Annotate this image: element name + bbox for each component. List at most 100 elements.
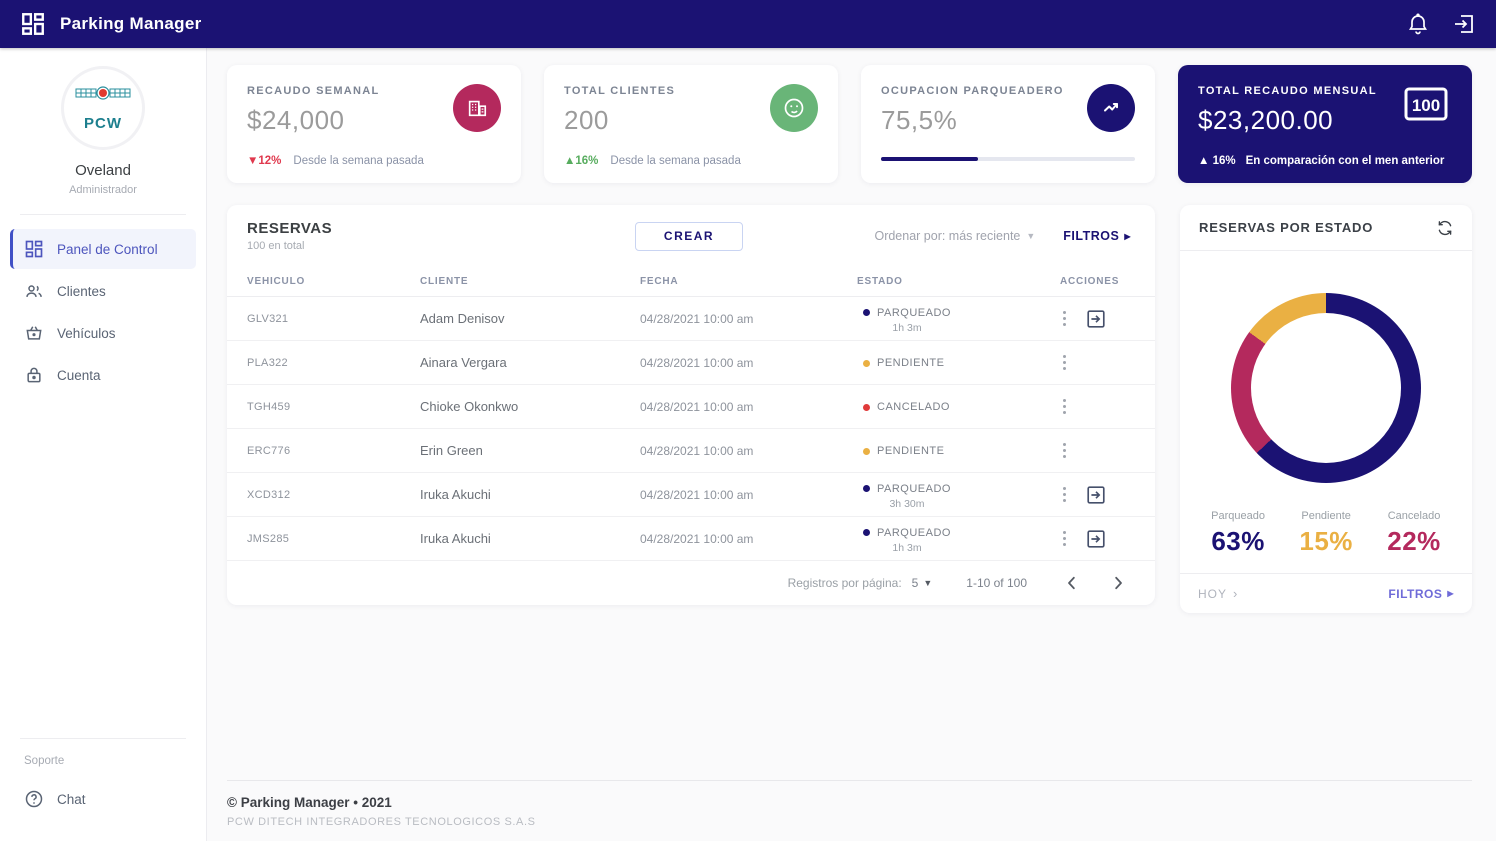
- svg-text:100: 100: [1412, 96, 1440, 115]
- status-badge: PARQUEADO 1h 3m: [863, 527, 951, 554]
- reservations-subtitle: 100 en total: [247, 240, 305, 252]
- divider: [20, 214, 186, 215]
- app-title: Parking Manager: [60, 14, 202, 33]
- chart-title: RESERVAS POR ESTADO: [1199, 220, 1374, 235]
- per-page-label: Registros por página:: [787, 576, 902, 590]
- topbar: Parking Manager: [0, 0, 1496, 48]
- logout-icon[interactable]: [1452, 12, 1476, 36]
- row-menu-kebab-icon[interactable]: [1060, 440, 1069, 461]
- page-footer: © Parking Manager • 2021 PCW DITECH INTE…: [227, 780, 1472, 828]
- user-name: Oveland: [75, 162, 131, 179]
- dashboard-icon: [24, 239, 44, 259]
- chevron-right-icon: ›: [1233, 586, 1239, 601]
- main-content: RECAUDO SEMANAL $24,000 ▼12% Desde la se…: [207, 48, 1496, 841]
- sidebar-item-panel-de-control[interactable]: Panel de Control: [10, 229, 196, 269]
- exit-button[interactable]: [1085, 308, 1107, 330]
- status-badge: PARQUEADO 1h 3m: [863, 307, 951, 334]
- table-row[interactable]: PLA322 Ainara Vergara 04/28/2021 10:00 a…: [227, 341, 1155, 385]
- help-icon: [24, 789, 44, 809]
- pcw-logo-text: PCW: [84, 115, 122, 132]
- status-badge: PARQUEADO 3h 30m: [863, 483, 951, 510]
- donut-hole: [1251, 313, 1401, 463]
- stat-note: ▲ 16% En comparación con el men anterior: [1198, 155, 1445, 167]
- reservations-header: RESERVAS 100 en total CREAR Ordenar por:…: [227, 205, 1155, 267]
- table-row[interactable]: XCD312 Iruka Akuchi 04/28/2021 10:00 am …: [227, 473, 1155, 517]
- stat-cards-row: RECAUDO SEMANAL $24,000 ▼12% Desde la se…: [227, 65, 1472, 183]
- row-menu-kebab-icon[interactable]: [1060, 308, 1069, 329]
- pcw-logo-icon: [75, 86, 131, 100]
- stat-card-recaudo-semanal: RECAUDO SEMANAL $24,000 ▼12% Desde la se…: [227, 65, 521, 183]
- status-dot: [863, 403, 870, 411]
- sidebar-item-label: Clientes: [57, 283, 106, 299]
- pagination-bar: Registros por página: 5 ▼ 1-10 of 100: [227, 561, 1155, 605]
- table-row[interactable]: GLV321 Adam Denisov 04/28/2021 10:00 am …: [227, 297, 1155, 341]
- table-row[interactable]: TGH459 Chioke Okonkwo 04/28/2021 10:00 a…: [227, 385, 1155, 429]
- status-dot: [863, 309, 870, 317]
- sidebar: PCW Oveland Administrador Panel de Contr…: [0, 48, 207, 841]
- row-menu-kebab-icon[interactable]: [1060, 352, 1069, 373]
- sort-dropdown[interactable]: Ordenar por: más reciente ▼: [874, 229, 1035, 243]
- sidebar-item-label: Panel de Control: [57, 241, 158, 257]
- column-header-estado: ESTADO: [857, 276, 903, 287]
- clients-icon: [770, 84, 818, 132]
- pagination-range: 1-10 of 100: [966, 576, 1027, 590]
- legend-item-parqueado: Parqueado 63%: [1211, 510, 1265, 556]
- sidebar-item-clientes[interactable]: Clientes: [10, 271, 196, 311]
- occupancy-progress-track: [881, 157, 1135, 161]
- donut-chart: [1231, 293, 1421, 483]
- building-icon: [453, 84, 501, 132]
- company-avatar: PCW: [61, 66, 145, 150]
- pagination-next-icon[interactable]: [1109, 574, 1127, 592]
- column-header-vehiculo: VEHICULO: [247, 276, 306, 287]
- table-row[interactable]: JMS285 Iruka Akuchi 04/28/2021 10:00 am …: [227, 517, 1155, 561]
- reservations-title: RESERVAS: [247, 220, 333, 237]
- status-dot: [863, 359, 870, 367]
- stat-note: ▼12% Desde la semana pasada: [247, 155, 424, 167]
- row-menu-kebab-icon[interactable]: [1060, 528, 1069, 549]
- status-dot: [863, 529, 870, 537]
- stat-card-recaudo-mensual: TOTAL RECAUDO MENSUAL $23,200.00 100 ▲ 1…: [1178, 65, 1472, 183]
- exit-button[interactable]: [1085, 484, 1107, 506]
- stat-card-ocupacion: OCUPACION PARQUEADERO 75,5%: [861, 65, 1155, 183]
- refresh-icon[interactable]: [1436, 219, 1454, 237]
- table-row[interactable]: ERC776 Erin Green 04/28/2021 10:00 am PE…: [227, 429, 1155, 473]
- exit-button[interactable]: [1085, 528, 1107, 550]
- status-badge: PENDIENTE: [863, 445, 944, 457]
- reservations-by-status-panel: RESERVAS POR ESTADO Parqueado 63% Pendie…: [1180, 205, 1472, 613]
- status-duration: 3h 30m: [889, 497, 925, 510]
- sidebar-item-vehiculos[interactable]: Vehículos: [10, 313, 196, 353]
- basket-icon: [24, 323, 44, 343]
- filters-link[interactable]: FILTROS ▶: [1063, 229, 1131, 243]
- stat-delta: ▲ 16%: [1198, 155, 1236, 167]
- chart-legend: Parqueado 63% Pendiente 15% Cancelado 22…: [1194, 510, 1458, 557]
- sidebar-item-cuenta[interactable]: Cuenta: [10, 355, 196, 395]
- chevron-down-icon: ▼: [1026, 231, 1036, 241]
- row-menu-kebab-icon[interactable]: [1060, 484, 1069, 505]
- occupancy-progress-fill: [881, 157, 978, 161]
- trend-icon: [1087, 84, 1135, 132]
- notifications-bell-icon[interactable]: [1406, 12, 1430, 36]
- create-button[interactable]: CREAR: [635, 221, 743, 251]
- hoy-dropdown[interactable]: HOY ›: [1198, 586, 1238, 601]
- chevron-down-icon: ▼: [923, 578, 933, 588]
- column-header-fecha: FECHA: [640, 276, 679, 287]
- lock-icon: [24, 365, 44, 385]
- people-icon: [24, 281, 44, 301]
- row-menu-kebab-icon[interactable]: [1060, 396, 1069, 417]
- chart-filters-link[interactable]: FILTROS ▶: [1388, 587, 1454, 601]
- banknote-100-icon: 100: [1404, 87, 1448, 121]
- table-header-row: VEHICULO CLIENTE FECHA ESTADO ACCIONES: [227, 267, 1155, 297]
- pagination-prev-icon[interactable]: [1063, 574, 1081, 592]
- stat-card-total-clientes: TOTAL CLIENTES 200 ▲16% Desde la semana …: [544, 65, 838, 183]
- per-page-select[interactable]: 5 ▼: [912, 576, 933, 590]
- arrow-right-icon: ▶: [1447, 589, 1454, 598]
- status-badge: PENDIENTE: [863, 357, 944, 369]
- column-header-acciones: ACCIONES: [1060, 276, 1120, 287]
- status-duration: 1h 3m: [892, 541, 922, 554]
- sidebar-item-label: Chat: [57, 791, 86, 807]
- legend-item-pendiente: Pendiente 15%: [1299, 510, 1353, 556]
- sidebar-item-chat[interactable]: Chat: [10, 779, 196, 819]
- reservations-panel: RESERVAS 100 en total CREAR Ordenar por:…: [227, 205, 1155, 605]
- status-dot: [863, 485, 870, 493]
- status-duration: 1h 3m: [892, 321, 922, 334]
